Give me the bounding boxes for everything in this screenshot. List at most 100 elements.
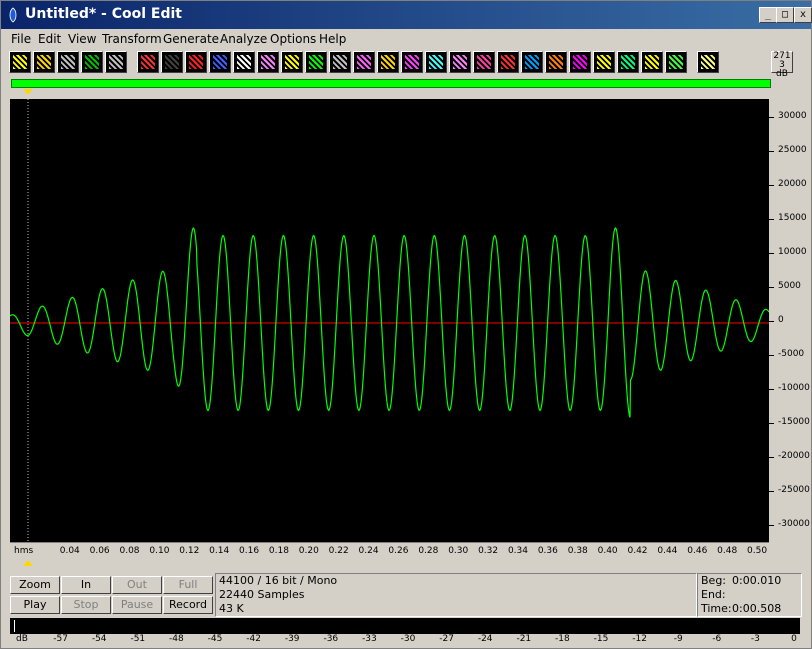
noise-reduction-icon — [501, 55, 515, 69]
level-tick-label: -21 — [516, 634, 532, 644]
clock-icon — [333, 55, 347, 69]
triangle-button[interactable] — [281, 51, 303, 73]
time-ruler[interactable]: hms 0.04 0.06 0.08 0.10 0.12 0.14 0.16 0.18 0.20… — [10, 542, 769, 560]
title-bar[interactable]: Untitled* - Cool Edit _ □ x — [1, 1, 812, 29]
spectrum-button[interactable] — [305, 51, 327, 73]
x-tick-label: 0.06 — [89, 546, 110, 556]
pitch-button[interactable] — [545, 51, 567, 73]
analyze-button[interactable] — [665, 51, 687, 73]
headphones-button[interactable] — [105, 51, 127, 73]
size-text: 43 K — [219, 602, 244, 615]
x-tick-label: 0.08 — [119, 546, 140, 556]
cool-edit-app-icon[interactable] — [7, 7, 19, 23]
echo-button[interactable] — [353, 51, 375, 73]
generate-noise-button[interactable] — [617, 51, 639, 73]
zoom-in-button[interactable]: In — [61, 576, 111, 594]
new-file-icon — [13, 55, 27, 69]
menu-file[interactable]: File — [11, 32, 31, 46]
level-tick-label: -33 — [362, 634, 377, 644]
x-tick-label: 0.50 — [747, 546, 768, 556]
zoom-button[interactable]: Zoom — [10, 576, 60, 594]
distortion-button[interactable] — [569, 51, 591, 73]
menu-help[interactable]: Help — [319, 32, 346, 46]
level-tick-label: -24 — [477, 634, 493, 644]
select-button[interactable] — [57, 51, 79, 73]
record-button[interactable]: Record — [163, 596, 213, 614]
menu-view[interactable]: View — [68, 32, 96, 46]
overview-bar[interactable] — [11, 79, 771, 88]
flanger-button[interactable] — [401, 51, 423, 73]
play-button[interactable]: Play — [10, 596, 60, 614]
loop-button[interactable] — [185, 51, 207, 73]
amplitude-scale-button[interactable]: 271 3 dB — [771, 51, 793, 79]
rewind-icon — [141, 55, 155, 69]
x-tick-label: 0.04 — [59, 546, 80, 556]
filter-button[interactable] — [449, 51, 471, 73]
waveform-canvas[interactable] — [9, 99, 770, 542]
save-button[interactable] — [81, 51, 103, 73]
y-tick-label: 20000 — [778, 179, 807, 189]
record-dot-button[interactable] — [233, 51, 255, 73]
y-tick-label: -30000 — [778, 519, 810, 529]
new-file-button[interactable] — [9, 51, 31, 73]
level-tick-label: -30 — [400, 634, 416, 644]
level-tick-label: -57 — [53, 634, 68, 644]
distortion-icon — [573, 55, 587, 69]
menu-options[interactable]: Options — [270, 32, 316, 46]
x-tick-label: 0.24 — [358, 546, 379, 556]
generate-tone-icon — [645, 55, 659, 69]
zoom-button[interactable] — [697, 51, 719, 73]
select-icon — [61, 55, 75, 69]
file-info-panel: 44100 / 16 bit / Mono 22440 Samples 43 K — [215, 573, 697, 617]
zoom-full-button[interactable]: Full — [163, 576, 213, 594]
menu-generate[interactable]: Generate — [163, 32, 219, 46]
eq-button[interactable] — [473, 51, 495, 73]
time-value[interactable]: 0:00.508 — [732, 602, 781, 615]
menu-transform[interactable]: Transform — [102, 32, 162, 46]
level-tick-label: -12 — [632, 634, 647, 644]
note-button[interactable] — [209, 51, 231, 73]
maximize-button[interactable]: □ — [776, 7, 794, 23]
x-tick-label: 0.36 — [537, 546, 558, 556]
open-file-button[interactable] — [33, 51, 55, 73]
selection-time-panel: Beg: 0:00.010 End: Time: 0:00.508 — [697, 573, 802, 617]
y-tick-mark — [769, 389, 774, 390]
menu-bar: File Edit View Transform Generate Analyz… — [1, 30, 811, 48]
level-meter — [10, 618, 800, 634]
y-tick-label: 15000 — [778, 213, 807, 223]
waveform-display[interactable] — [9, 99, 770, 542]
spectrum-icon — [309, 55, 323, 69]
close-button[interactable]: x — [794, 7, 812, 23]
noise-button[interactable] — [161, 51, 183, 73]
clock-button[interactable] — [329, 51, 351, 73]
x-tick-label: 0.26 — [388, 546, 409, 556]
rewind-button[interactable] — [137, 51, 159, 73]
zoom-out-button[interactable]: Out — [112, 576, 162, 594]
x-tick-label: 0.20 — [298, 546, 319, 556]
y-tick-label: -5000 — [778, 349, 805, 359]
end-label: End: — [701, 588, 726, 601]
envelope-2-button[interactable] — [593, 51, 615, 73]
generate-tone-button[interactable] — [641, 51, 663, 73]
open-file-icon — [37, 55, 51, 69]
minimize-button[interactable]: _ — [759, 7, 777, 23]
x-tick-label: 0.42 — [627, 546, 648, 556]
stretch-icon — [525, 55, 539, 69]
pause-button[interactable]: Pause — [112, 596, 162, 614]
x-tick-label: 0.10 — [149, 546, 170, 556]
noise-reduction-button[interactable] — [497, 51, 519, 73]
menu-edit[interactable]: Edit — [38, 32, 61, 46]
reverb-button[interactable] — [425, 51, 447, 73]
x-tick-label: 0.14 — [209, 546, 230, 556]
y-tick-mark — [769, 253, 774, 254]
level-tick-label: dB — [16, 634, 28, 644]
stop-button[interactable]: Stop — [61, 596, 111, 614]
envelope-button[interactable] — [257, 51, 279, 73]
gain-button[interactable] — [377, 51, 399, 73]
start-marker-bottom-icon[interactable] — [23, 560, 33, 566]
x-tick-label: 0.30 — [448, 546, 469, 556]
beg-value[interactable]: 0:00.010 — [732, 574, 781, 587]
menu-analyze[interactable]: Analyze — [220, 32, 267, 46]
stretch-button[interactable] — [521, 51, 543, 73]
level-indicator — [14, 620, 15, 632]
